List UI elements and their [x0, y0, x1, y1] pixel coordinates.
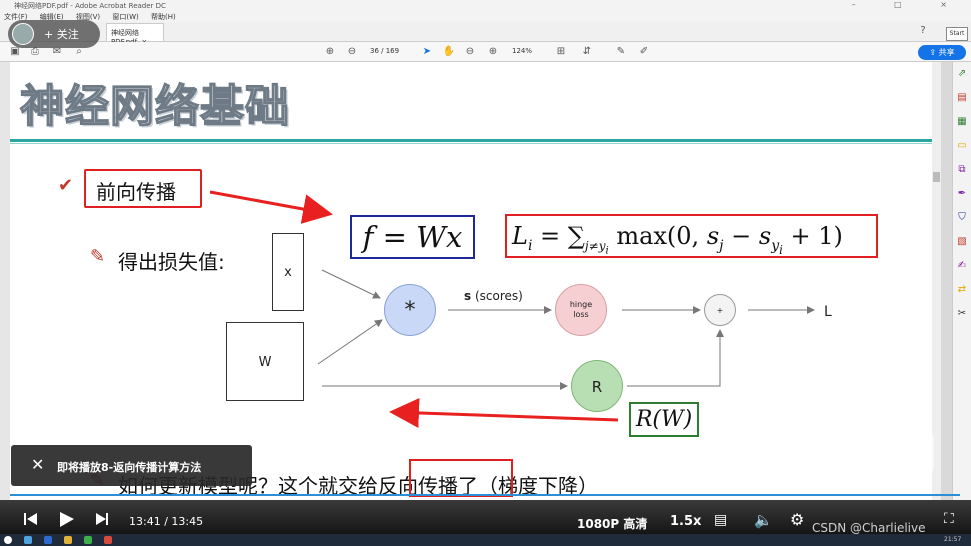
arrow-w-to-mul: [317, 319, 383, 365]
previous-icon: [24, 513, 37, 525]
arrow-x-to-mul: [321, 269, 381, 299]
fullscreen-icon[interactable]: ⛶: [944, 511, 954, 527]
quality-selector[interactable]: 1080P 高清: [577, 515, 647, 532]
volume-icon[interactable]: 🔈: [754, 511, 773, 529]
arrow-r-to-plus: [627, 329, 724, 387]
folder-icon[interactable]: [64, 536, 72, 544]
clock: 21:57: [944, 536, 962, 543]
red-arrow-backward: [389, 397, 619, 428]
app-icon[interactable]: [84, 536, 92, 544]
play-pause-icon: [60, 512, 74, 527]
close-icon[interactable]: ✕: [31, 455, 44, 474]
replay-button[interactable]: [878, 428, 934, 478]
os-taskbar: [0, 534, 971, 546]
red-arrow-forward: [209, 190, 333, 224]
time-display: 13:41 / 13:45: [129, 515, 204, 528]
playback-buttons: [24, 512, 108, 527]
next-icon: [96, 513, 108, 525]
speed-selector[interactable]: 1.5x: [670, 514, 701, 529]
taskview-icon[interactable]: [24, 536, 32, 544]
next-video-text: 即将播放8-返向传播计算方法: [57, 461, 202, 474]
csdn-watermark: CSDN @Charlielive: [812, 521, 926, 535]
backprop-highlight-box: [409, 459, 513, 497]
settings-icon[interactable]: ⚙: [790, 510, 804, 529]
danmaku-icon[interactable]: ▤: [714, 512, 727, 528]
browser-icon[interactable]: [44, 536, 52, 544]
play-icon: [898, 439, 919, 467]
acrobat-icon[interactable]: [104, 536, 112, 544]
start-icon[interactable]: [4, 536, 12, 544]
next-video-toast[interactable]: ✕ 即将播放8-返向传播计算方法: [11, 445, 252, 486]
video-progress-bar[interactable]: [10, 494, 960, 496]
